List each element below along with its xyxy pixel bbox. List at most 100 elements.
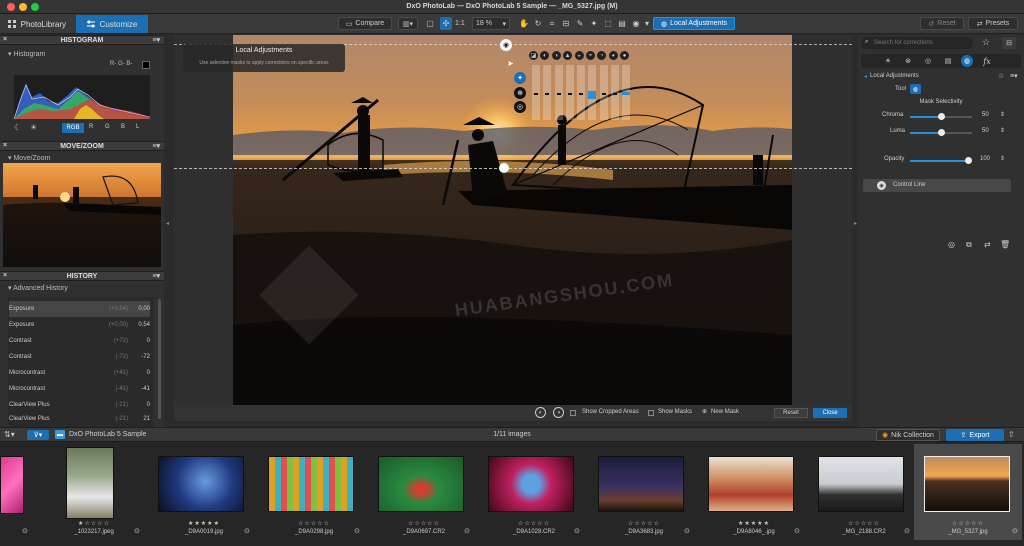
channel-b[interactable]: B <box>121 124 125 130</box>
filter-icon[interactable]: ⊽▾ <box>27 430 49 440</box>
local-slider[interactable] <box>622 65 630 120</box>
filmstrip-thumb-selected[interactable]: ☆☆☆☆☆ _MG_5327.jpg ⊙ <box>914 444 1022 540</box>
image-viewer[interactable]: Local Adjustments Use selective masks to… <box>174 35 852 405</box>
compare-button[interactable]: ▭ Compare <box>338 17 392 30</box>
perspective-icon[interactable]: ⬚ <box>602 17 614 30</box>
channel-g[interactable]: G <box>105 124 110 130</box>
filmstrip-thumb[interactable]: ★★★★★ _D9A8046_.jpg ⊙ <box>700 444 808 540</box>
collapse-left-arrow-icon[interactable]: ◂ <box>166 220 169 227</box>
rating-stars[interactable]: ☆☆☆☆☆ <box>914 520 1022 527</box>
histogram-header[interactable]: × HISTOGRAM ≡▾ <box>0 35 164 45</box>
histogram-title[interactable]: ▾ Histogram <box>8 50 45 58</box>
opacity-slider[interactable] <box>910 157 972 164</box>
close-icon[interactable]: × <box>3 142 7 149</box>
panel-layout-icon[interactable]: ⊟ <box>1002 37 1016 49</box>
highlights-icon[interactable]: ◓ <box>585 51 595 60</box>
color-palette-icon[interactable]: ⊛ <box>902 55 914 67</box>
local-slider[interactable] <box>588 65 597 120</box>
filmstrip-thumb[interactable]: ☆☆☆☆☆ _D9A0298.jpg ⊙ <box>260 444 368 540</box>
fit-screen-icon[interactable]: ✣ <box>440 17 452 30</box>
collapse-right-arrow-icon[interactable]: ▸ <box>854 220 857 227</box>
geometry-palette-icon[interactable]: ▤ <box>942 55 954 67</box>
control-line-bottom[interactable] <box>174 168 852 169</box>
filmstrip-thumb[interactable]: ☆☆☆☆☆ _D9A1028.CR2 ⊙ <box>480 444 588 540</box>
control-line-item[interactable]: ◉ Control Line <box>863 179 1011 192</box>
channel-rgb[interactable]: RGB <box>62 123 84 133</box>
control-line-handle[interactable] <box>499 163 509 173</box>
show-cropped-checkbox[interactable] <box>570 410 576 416</box>
rating-stars[interactable]: ★★★★★ <box>150 520 258 527</box>
main-photo[interactable] <box>233 35 792 405</box>
rating-stars[interactable]: ☆☆☆☆☆ <box>260 520 368 527</box>
filmstrip-thumb[interactable]: ★☆☆☆☆ _1023217.jpeg ⊙ <box>40 444 148 540</box>
filmstrip-thumb[interactable]: ☆☆☆☆☆ _MG_2188.CR2 ⊙ <box>810 444 918 540</box>
local-slider[interactable] <box>599 65 608 120</box>
mask-view-icon[interactable]: ◑ <box>553 407 564 418</box>
effects-palette-icon[interactable]: fx <box>981 55 993 67</box>
local-adjustments-button[interactable]: ◍ Local Adjustments <box>653 17 735 30</box>
star-icon[interactable]: ☆ <box>982 37 990 48</box>
opacity-knob[interactable] <box>964 157 972 164</box>
local-slider[interactable] <box>554 65 563 120</box>
rating-stars[interactable]: ☆☆☆☆☆ <box>370 520 478 527</box>
sun-icon[interactable]: ☀ <box>30 123 37 132</box>
history-scrollbar[interactable] <box>158 299 161 419</box>
rotate-icon[interactable]: ↻ <box>532 17 544 30</box>
filmstrip-thumb[interactable]: ☆☆☆☆☆ _D9A3683.jpg ⊙ <box>590 444 698 540</box>
local-palette-icon[interactable]: ◍ <box>961 55 973 67</box>
eye-dropdown-icon[interactable]: ▾ <box>641 17 653 30</box>
repair-icon[interactable]: ✦ <box>588 17 600 30</box>
watermark-icon[interactable]: ▤ <box>616 17 628 30</box>
luma-value[interactable]: 50 <box>982 128 989 134</box>
history-row[interactable]: ClearView Plus (-21) 21 <box>9 412 150 426</box>
before-after-icon[interactable]: ◐ <box>535 407 546 418</box>
history-row[interactable]: ClearView Plus (-21) 0 <box>9 397 150 413</box>
light-palette-icon[interactable]: ☀ <box>882 55 894 67</box>
rating-stars[interactable]: ☆☆☆☆☆ <box>810 520 918 527</box>
eyedropper-icon[interactable]: ✎ <box>574 17 586 30</box>
view-mask-icon[interactable]: ◎ <box>948 240 955 249</box>
export-button[interactable]: ⇪ Export <box>946 429 1004 441</box>
favorite-star-icon[interactable]: ☆ <box>998 72 1004 80</box>
luma-slider[interactable] <box>910 129 972 136</box>
panel-menu-icon[interactable]: ≡▾ <box>152 36 160 44</box>
channel-r[interactable]: R <box>89 124 93 130</box>
pointer-icon[interactable]: ➤ <box>507 59 514 68</box>
local-slider[interactable] <box>565 65 574 120</box>
filmstrip-thumb[interactable]: ★★★★★ _D9A0019.jpg ⊙ <box>150 444 258 540</box>
contrast-icon[interactable]: ◐ <box>540 51 550 60</box>
crop-icon[interactable]: ⌗ <box>546 17 558 30</box>
close-icon[interactable]: × <box>3 36 7 43</box>
lock-icon[interactable]: ⊕ <box>514 87 526 99</box>
share-icon[interactable]: ⇧ <box>1008 430 1015 439</box>
brush-tool-icon[interactable]: ✦ <box>514 72 526 84</box>
trash-icon[interactable]: 🗑 <box>1000 240 1010 249</box>
detail-palette-icon[interactable]: ◎ <box>922 55 934 67</box>
local-slider[interactable] <box>577 65 585 120</box>
history-row[interactable]: Microcontrast (-41) -41 <box>9 381 150 397</box>
chroma-knob[interactable] <box>937 113 945 120</box>
rating-stars[interactable]: ☆☆☆☆☆ <box>590 520 698 527</box>
stepper-icon[interactable]: ⇕ <box>1000 155 1005 162</box>
rating-stars[interactable]: ★☆☆☆☆ <box>40 520 148 527</box>
hand-tool-icon[interactable]: ✋ <box>518 17 530 30</box>
local-adjustments-section[interactable]: ◂ Local Adjustments <box>864 73 919 80</box>
moon-icon[interactable]: ☾ <box>14 123 21 132</box>
close-local-button[interactable]: Close <box>813 408 847 418</box>
nik-collection-button[interactable]: ◉ Nik Collection <box>876 429 940 441</box>
layout-button[interactable]: ▥▾ <box>398 17 418 30</box>
new-mask-button[interactable]: ⊕ New Mask <box>702 408 739 416</box>
sort-icon[interactable]: ⇅▾ <box>4 430 15 439</box>
folder-name[interactable]: DxO PhotoLab 5 Sample <box>69 431 146 438</box>
ratio-label[interactable]: 1:1 <box>455 20 465 27</box>
stepper-icon[interactable]: ⇕ <box>1000 111 1005 118</box>
duplicate-icon[interactable]: ⧉ <box>966 240 972 250</box>
history-header[interactable]: × HISTORY ≡▾ <box>0 271 164 281</box>
tab-photolibrary[interactable]: PhotoLibrary <box>0 15 74 33</box>
show-masks-checkbox[interactable] <box>648 410 654 416</box>
navigator-thumbnail[interactable] <box>3 163 161 267</box>
clearview-icon[interactable]: ▲ <box>563 51 573 60</box>
close-icon[interactable]: × <box>3 272 7 279</box>
section-menu-icon[interactable]: ≡▾ <box>1010 72 1018 80</box>
warmth-icon[interactable]: ● <box>620 51 629 60</box>
